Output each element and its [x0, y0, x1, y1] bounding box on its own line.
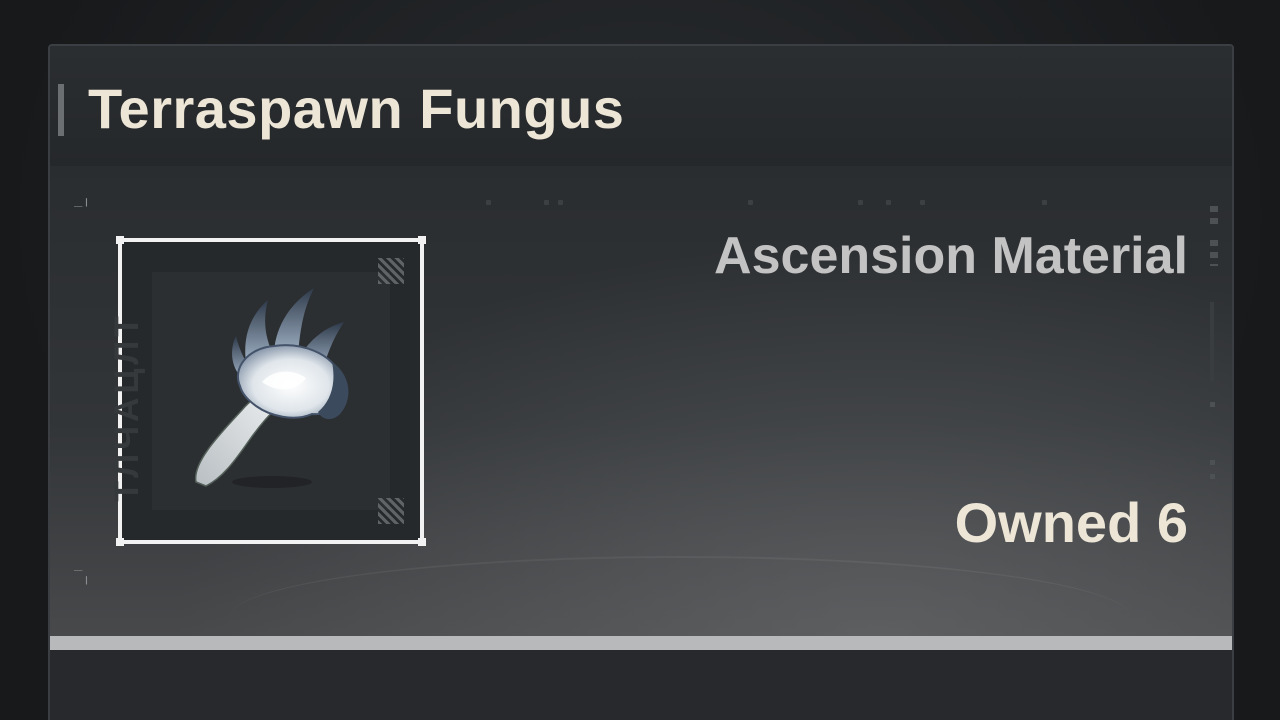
corner-bracket-bottom-left: ‾╷	[74, 569, 91, 585]
dot	[858, 200, 863, 205]
dot	[1042, 200, 1047, 205]
dot	[558, 200, 563, 205]
frame-corner	[116, 236, 124, 244]
tick	[1210, 252, 1218, 258]
terraspawn-fungus-icon	[195, 288, 349, 488]
item-detail-panel: Terraspawn Fungus _╷ ‾╷ ТЛЧАЦЛТ Ascensio…	[48, 44, 1234, 720]
tick	[1210, 402, 1215, 407]
corner-bracket-top-left: _╷	[74, 191, 91, 207]
tick	[1210, 460, 1215, 465]
owned-label: Owned	[954, 491, 1142, 554]
frame-watermark: ТЛЧАЦЛТ	[108, 312, 146, 502]
tick	[1210, 474, 1215, 479]
dot	[748, 200, 753, 205]
dot	[886, 200, 891, 205]
item-detail-screen: Terraspawn Fungus _╷ ‾╷ ТЛЧАЦЛТ Ascensio…	[0, 0, 1280, 720]
dot	[544, 200, 549, 205]
frame-corner	[116, 538, 124, 546]
owned-count: Owned 6	[955, 490, 1188, 555]
frame-corner	[418, 236, 426, 244]
item-category: Ascension Material	[714, 227, 1188, 285]
tick	[1210, 206, 1218, 212]
tick	[1210, 240, 1218, 246]
owned-value: 6	[1156, 491, 1188, 554]
dot	[486, 200, 491, 205]
tick	[1210, 264, 1218, 266]
title-accent-bar	[58, 84, 64, 136]
frame-corner	[418, 538, 426, 546]
tick-column	[1210, 302, 1214, 382]
tick	[1210, 218, 1218, 224]
item-title: Terraspawn Fungus	[88, 77, 625, 140]
footer-area	[50, 650, 1232, 720]
dot	[920, 200, 925, 205]
section-divider	[50, 636, 1232, 650]
title-bar: Terraspawn Fungus	[50, 46, 1232, 166]
item-icon-frame: ТЛЧАЦЛТ	[108, 236, 426, 546]
right-edge-ticks	[1210, 206, 1222, 486]
hatch-mark	[378, 258, 404, 284]
